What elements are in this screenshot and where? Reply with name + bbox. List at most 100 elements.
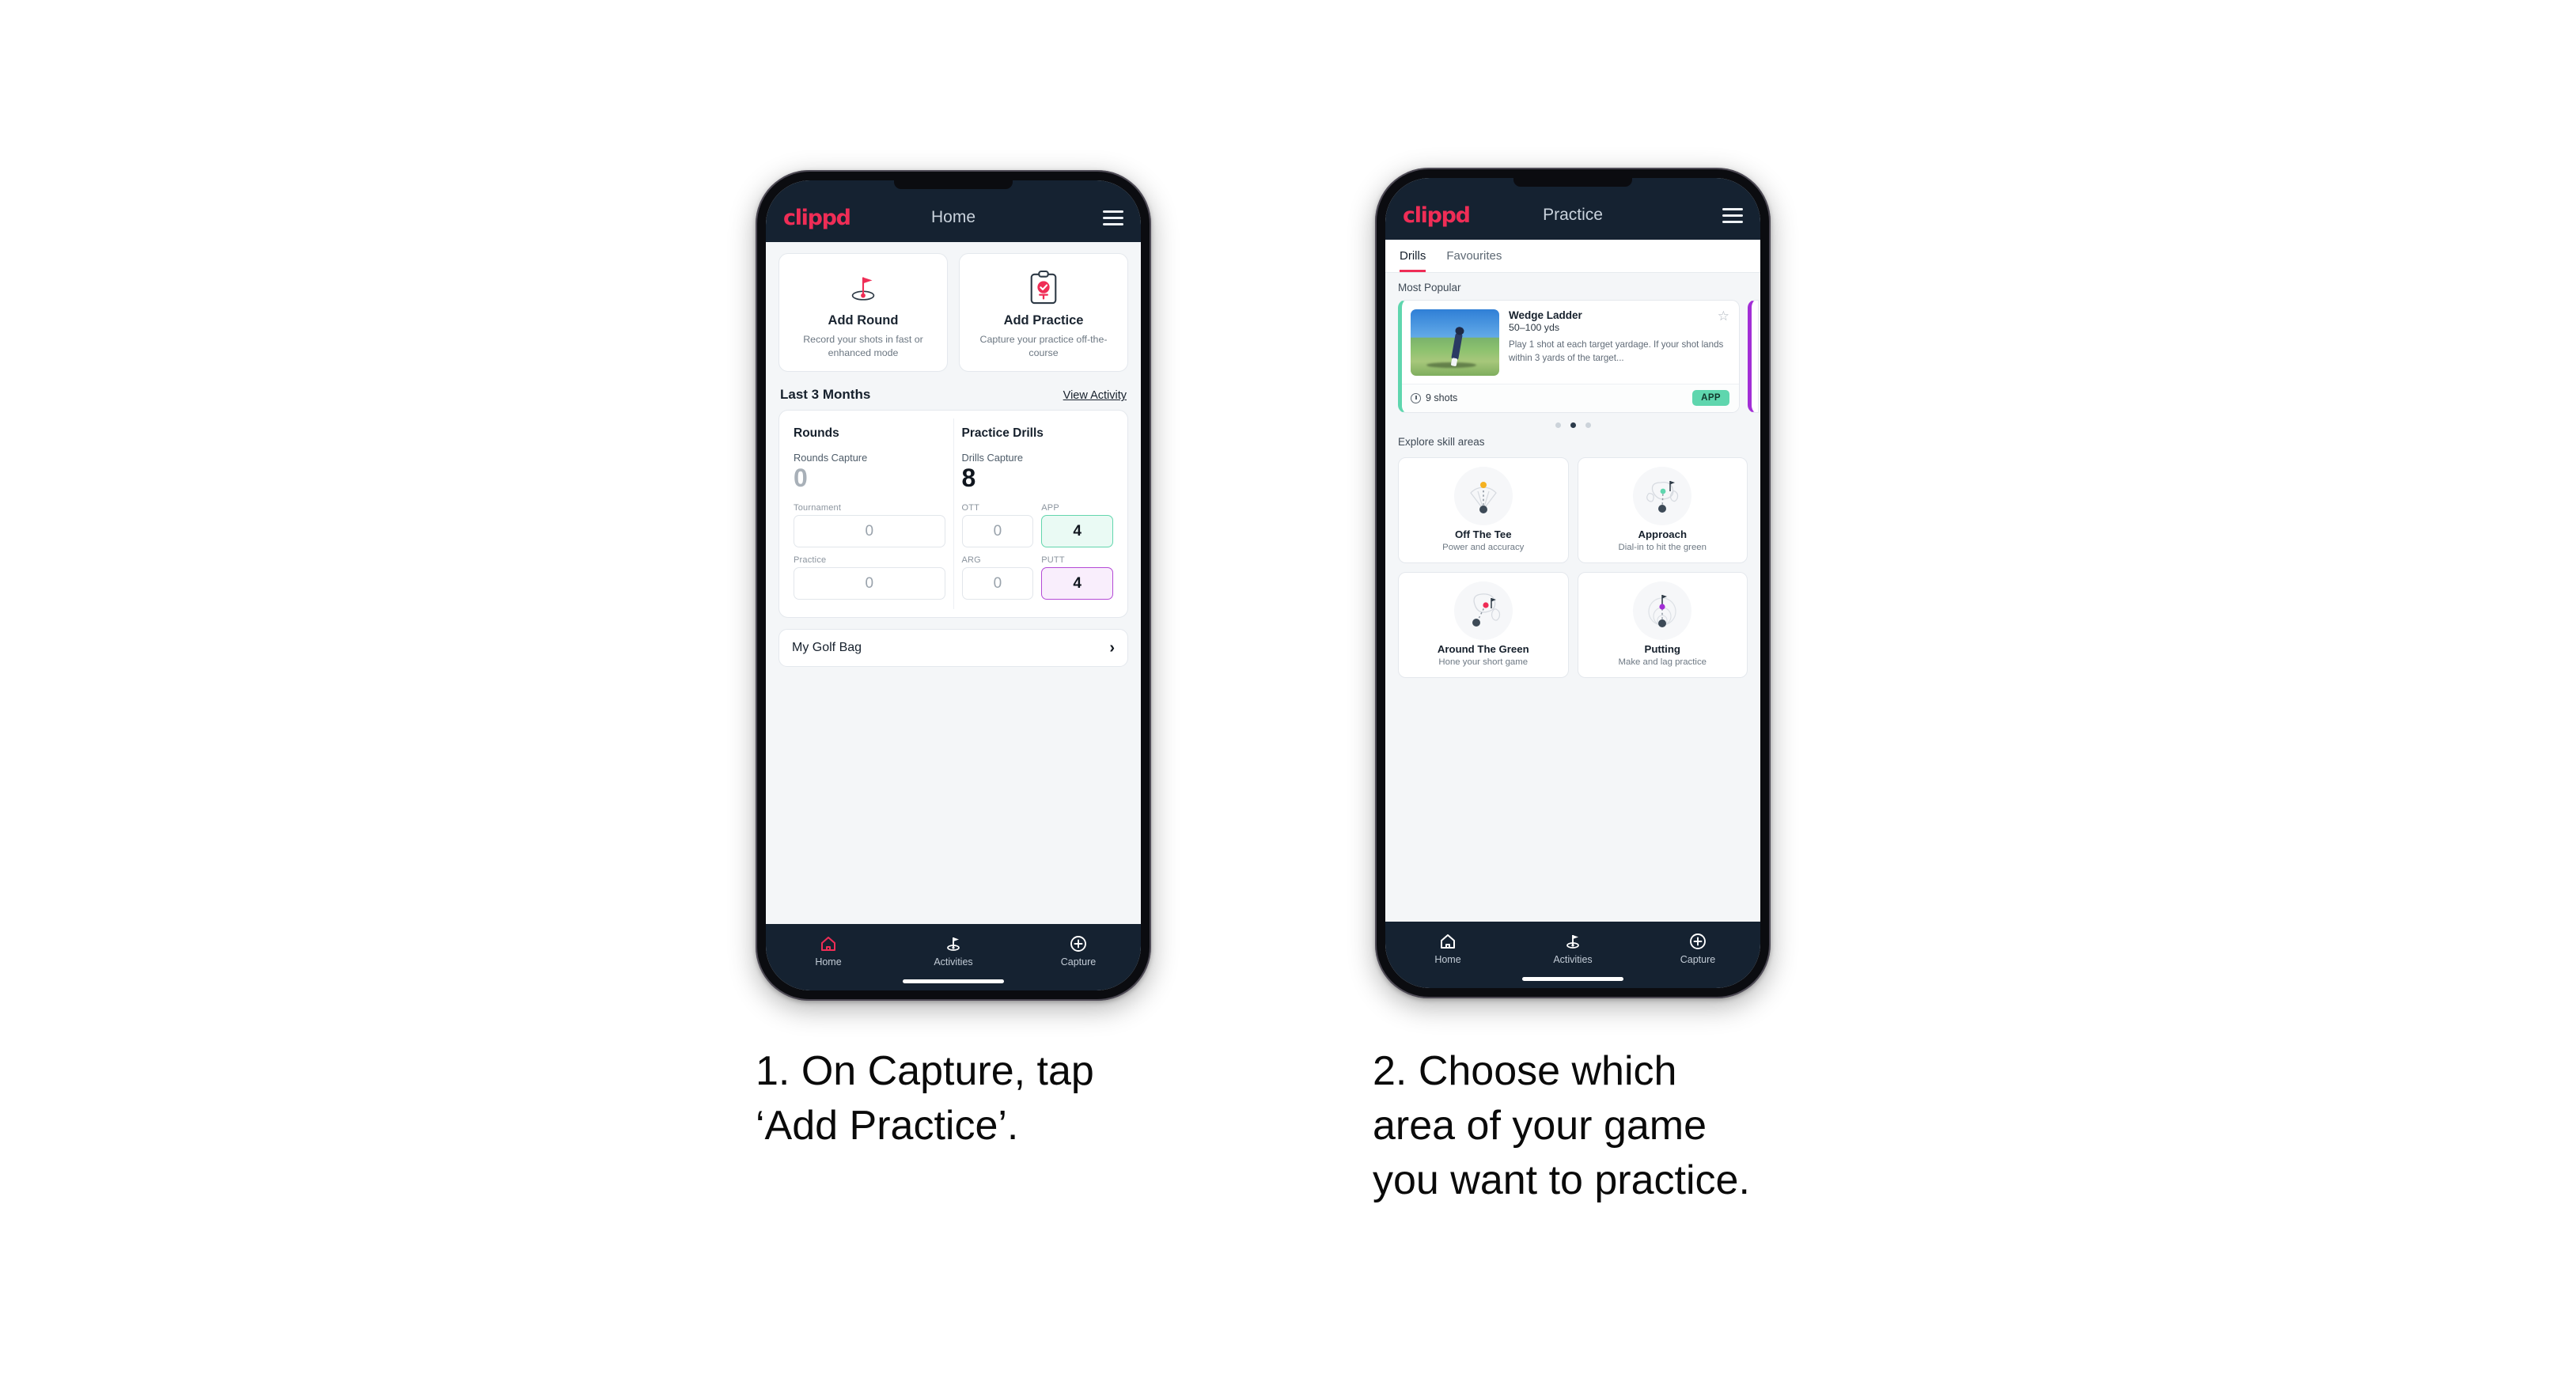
plus-circle-icon (1690, 933, 1706, 949)
drill-details: Wedge Ladder 50–100 yds ☆ Play 1 shot at… (1509, 309, 1729, 376)
putting-rings-icon (1633, 581, 1692, 640)
nav-label: Capture (1680, 954, 1716, 965)
metric-label: APP (1041, 503, 1059, 513)
drill-title: Wedge Ladder (1509, 309, 1582, 321)
nav-item-capture[interactable]: Capture (1635, 932, 1760, 965)
home-icon (821, 937, 835, 951)
metric-label: OTT (961, 503, 980, 513)
drill-thumbnail (1411, 309, 1499, 376)
metric-value[interactable]: 4 (1041, 567, 1113, 600)
drill-card-next-peek[interactable] (1748, 300, 1759, 413)
drills-metric-app: APP 4 (1041, 503, 1113, 548)
metric-value[interactable]: 4 (1041, 515, 1113, 548)
skill-subtitle: Dial-in to hit the green (1618, 543, 1707, 552)
hamburger-icon[interactable] (1722, 207, 1743, 223)
skill-card-putting[interactable]: Putting Make and lag practice (1577, 572, 1748, 678)
metric-value[interactable]: 0 (794, 515, 945, 548)
add-round-card[interactable]: Add Round Record your shots in fast or e… (778, 253, 948, 373)
nav-item-home[interactable]: Home (766, 934, 891, 968)
rounds-metric-practice: Practice 0 (794, 555, 945, 600)
home-indicator (903, 979, 1004, 983)
caption-step-2: 2. Choose which area of your game you wa… (1373, 1048, 1750, 1204)
tab-drills[interactable]: Drills (1400, 249, 1426, 272)
skill-name: Putting (1644, 643, 1680, 655)
nav-item-activities[interactable]: Activities (1510, 932, 1635, 965)
drill-card-wedge-ladder[interactable]: Wedge Ladder 50–100 yds ☆ Play 1 shot at… (1398, 300, 1740, 413)
hamburger-icon[interactable] (1103, 210, 1123, 225)
nav-item-capture[interactable]: Capture (1016, 934, 1141, 968)
plus-circle-icon (1070, 936, 1086, 952)
nav-label: Activities (934, 956, 973, 968)
clippd-logo: clippd (783, 205, 851, 230)
section-title: Last 3 Months (780, 387, 871, 403)
drills-capture-value: 8 (961, 464, 976, 493)
add-round-subtitle: Record your shots in fast or enhanced mo… (803, 334, 923, 358)
home-indicator (1522, 977, 1623, 981)
drills-metric-ott: OTT 0 (961, 503, 1034, 548)
add-practice-card[interactable]: Add Practice Capture your practice off-t… (959, 253, 1128, 373)
skill-areas-grid: Off The Tee Power and accuracy Approach … (1385, 454, 1760, 678)
rounds-heading: Rounds (794, 426, 839, 441)
skill-name: Off The Tee (1454, 528, 1512, 540)
phone1-screen: clippd Home Add Round Record your shots … (766, 180, 1141, 990)
phone-mockup-home: clippd Home Add Round Record your shots … (756, 170, 1151, 1001)
clippd-logo: clippd (1403, 203, 1471, 228)
metric-label: PUTT (1041, 555, 1065, 566)
add-practice-title: Add Practice (1003, 313, 1084, 328)
metric-value[interactable]: 0 (961, 515, 1034, 548)
nav-label: Capture (1060, 956, 1097, 968)
phone1-content: Add Round Record your shots in fast or e… (766, 242, 1141, 924)
my-golf-bag-label: My Golf Bag (792, 641, 862, 655)
carousel-dot-2[interactable] (1570, 422, 1576, 428)
golf-flag-hole-icon (845, 267, 881, 309)
most-popular-carousel[interactable]: Wedge Ladder 50–100 yds ☆ Play 1 shot at… (1385, 300, 1760, 413)
drills-metrics-row-1: OTT 0 APP 4 (961, 503, 1113, 548)
drills-metric-putt: PUTT 4 (1041, 555, 1113, 600)
nav-label: Home (815, 956, 842, 968)
metric-value[interactable]: 0 (961, 567, 1034, 600)
golf-flag-icon (1566, 935, 1579, 949)
nav-item-home[interactable]: Home (1385, 932, 1510, 965)
practice-tabs: Drills Favourites (1385, 240, 1760, 273)
skill-card-approach[interactable]: Approach Dial-in to hit the green (1577, 457, 1748, 563)
skill-card-around-the-green[interactable]: Around The Green Hone your short game (1398, 572, 1569, 678)
metric-label: ARG (961, 555, 981, 566)
most-popular-heading: Most Popular (1398, 282, 1461, 293)
metric-label: Tournament (794, 503, 842, 513)
clock-icon (1411, 392, 1421, 403)
rounds-capture-label: Rounds Capture (794, 452, 868, 464)
drill-yardage: 50–100 yds (1509, 322, 1560, 333)
clipboard-check-icon (1027, 267, 1060, 309)
phone2-content: Most Popular Wedge Ladder 50–100 yds ☆ P… (1385, 273, 1760, 922)
star-outline-icon[interactable]: ☆ (1718, 309, 1729, 323)
my-golf-bag-row[interactable]: My Golf Bag › (778, 629, 1128, 668)
nav-label: Home (1434, 954, 1461, 965)
drill-card-body: Wedge Ladder 50–100 yds ☆ Play 1 shot at… (1402, 301, 1739, 384)
phone2-screen: clippd Practice Drills Favourites Most P… (1385, 178, 1760, 988)
rounds-capture-value: 0 (794, 464, 808, 493)
skill-name: Approach (1638, 528, 1688, 540)
skill-card-off-the-tee[interactable]: Off The Tee Power and accuracy (1398, 457, 1569, 563)
add-practice-subtitle: Capture your practice off-the-course (979, 334, 1108, 358)
phone2-appbar: clippd Practice (1385, 178, 1760, 240)
drills-metric-arg: ARG 0 (961, 555, 1034, 600)
notch (1513, 178, 1632, 187)
view-activity-link[interactable]: View Activity (1063, 389, 1127, 402)
drill-shots: 9 shots (1411, 392, 1457, 403)
carousel-dot-1[interactable] (1555, 422, 1561, 428)
drill-card-footer: 9 shots APP (1402, 384, 1739, 412)
metric-label: Practice (794, 555, 827, 566)
golf-flag-icon (947, 937, 960, 951)
add-round-title: Add Round (828, 313, 899, 328)
skill-subtitle: Hone your short game (1438, 657, 1529, 667)
metric-value[interactable]: 0 (794, 567, 945, 600)
green-approach-icon (1633, 467, 1692, 525)
nav-item-activities[interactable]: Activities (891, 934, 1016, 968)
drills-heading: Practice Drills (961, 426, 1044, 441)
tab-favourites[interactable]: Favourites (1446, 249, 1502, 272)
caption-step-1: 1. On Capture, tap ‘Add Practice’. (756, 1048, 1094, 1149)
stats-card: Rounds Rounds Capture 0 Tournament 0 Pra… (778, 410, 1128, 619)
carousel-dot-3[interactable] (1585, 422, 1591, 428)
phone1-bottom-nav: Home Activities Capture (766, 924, 1141, 990)
chevron-right-icon: › (1109, 638, 1115, 657)
